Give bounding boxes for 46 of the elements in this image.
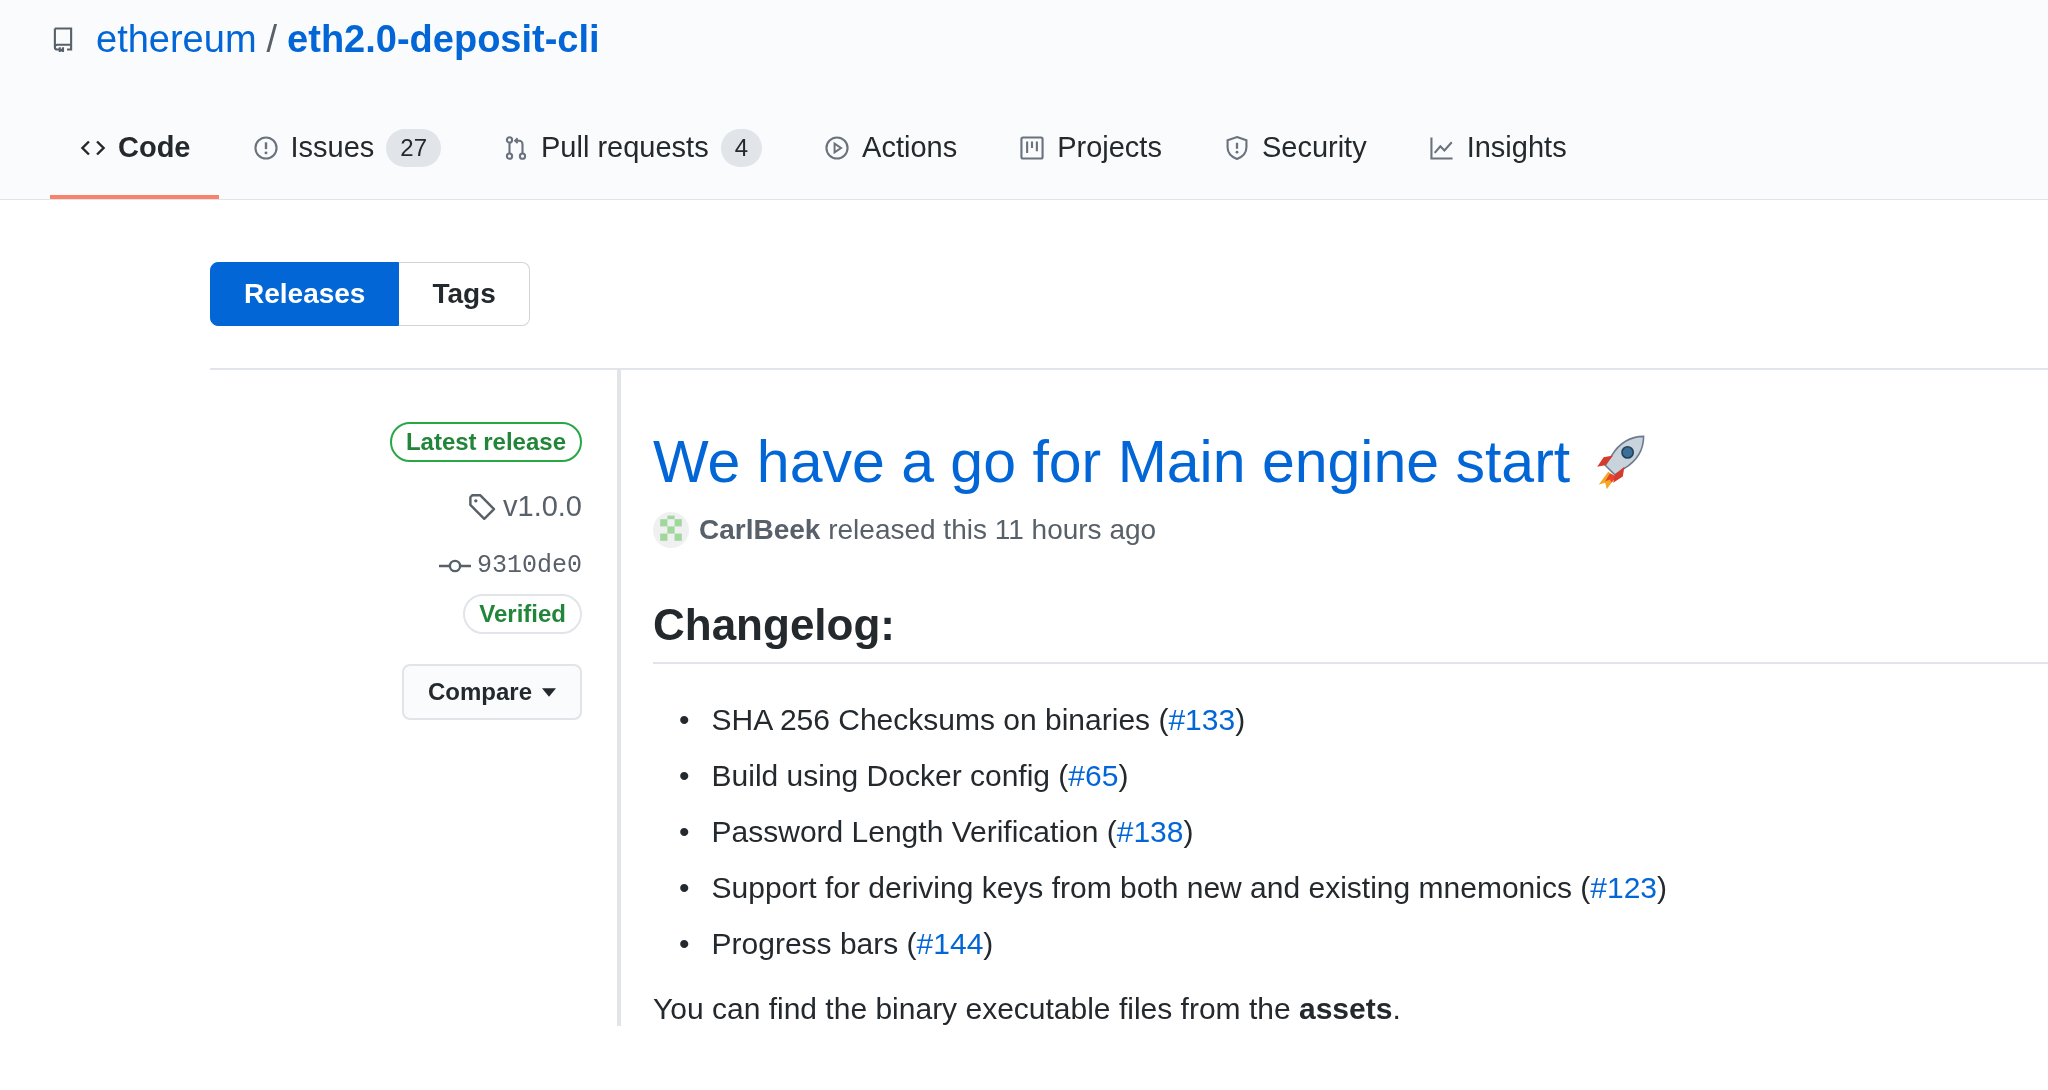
tag-icon (467, 491, 497, 522)
bullet: • (679, 702, 690, 738)
repo-tab[interactable]: Issues 27 (222, 78, 470, 199)
pull-request-link[interactable]: #138 (1116, 815, 1184, 848)
pull-request-link[interactable]: #65 (1068, 759, 1119, 792)
assets-note: You can find the binary executable files from the assets. (653, 992, 1402, 1026)
repo-tab[interactable]: Pull requests 4 (473, 78, 791, 199)
repo-tab[interactable]: Actions (794, 78, 986, 199)
commit-link[interactable]: 9310de0 (476, 551, 582, 580)
subnav-tab[interactable]: Tags (399, 262, 530, 326)
bullet: • (679, 870, 690, 906)
repo-tab[interactable]: Insights (1398, 78, 1595, 199)
release-title[interactable]: We have a go for Main engine start (653, 428, 1571, 496)
repo-tab[interactable]: Projects (989, 78, 1190, 199)
owner-link[interactable]: ethereum (96, 17, 257, 61)
bullet: • (679, 758, 690, 794)
counter: 27 (386, 128, 442, 167)
changelog-item: Password Length Verification (#138) (711, 814, 1194, 850)
project-board-icon (1019, 134, 1046, 161)
compare-button[interactable]: Compare (401, 664, 582, 720)
subnav-tab[interactable]: Releases (210, 262, 400, 326)
issue-icon (252, 134, 279, 161)
author-link[interactable]: CarlBeek (699, 514, 821, 545)
changelog-item: Support for deriving keys from both new and existing mnemonics (#123) (711, 870, 1667, 906)
bullet: • (679, 814, 690, 850)
release-byline: CarlBeek released this 11 hours ago (699, 514, 1157, 546)
changelog-item: Build using Docker config (#65) (711, 758, 1129, 794)
latest-release-label: Latest release (389, 422, 582, 462)
repository-link[interactable]: eth2.0-deposit-cli (287, 17, 600, 61)
bullet: • (679, 926, 690, 962)
changelog-item: Progress bars (#144) (711, 926, 994, 962)
repo-tab[interactable]: Security (1193, 78, 1395, 199)
graph-icon (1428, 134, 1455, 161)
pull-request-link[interactable]: #123 (1590, 871, 1657, 904)
pull-request-link[interactable]: #133 (1168, 703, 1236, 736)
pull-request-link[interactable]: #144 (916, 927, 984, 960)
path-separator: / (266, 17, 278, 61)
changelog-item: SHA 256 Checksums on binaries (#133) (711, 702, 1246, 738)
caret-icon (542, 687, 556, 697)
repo-tab[interactable]: Code (50, 78, 219, 199)
changelog-heading: Changelog: (653, 600, 2048, 664)
play-icon (824, 134, 851, 161)
avatar (653, 512, 689, 548)
tag-link[interactable]: v1.0.0 (503, 490, 582, 523)
verified-label[interactable]: Verified (463, 594, 582, 634)
counter: 4 (720, 128, 763, 167)
